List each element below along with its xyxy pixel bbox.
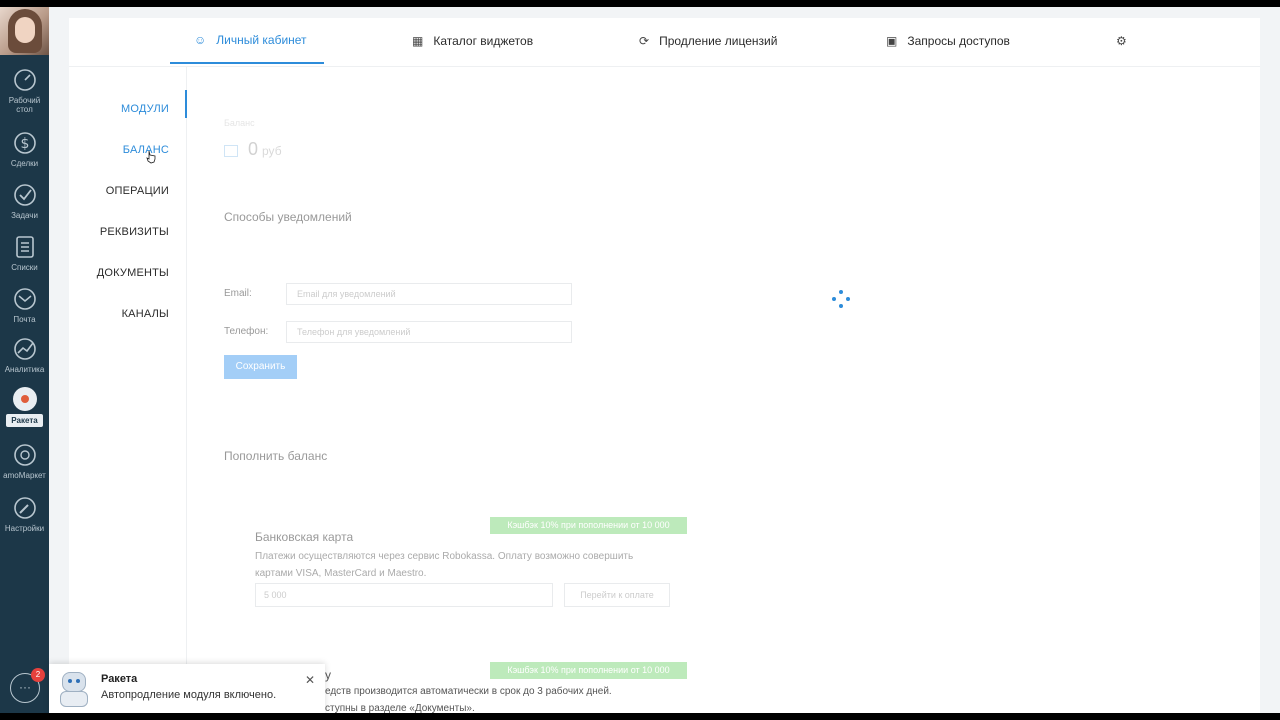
- refresh-icon: ⟳: [639, 34, 650, 48]
- phone-field[interactable]: Телефон для уведомлений: [286, 321, 572, 343]
- subnav-requisites[interactable]: РЕКВИЗИТЫ: [100, 226, 169, 238]
- gear-icon: ⚙: [1116, 34, 1127, 48]
- sidebar-item-label: amoМаркет: [3, 471, 46, 480]
- subnav-operations[interactable]: ОПЕРАЦИИ: [106, 185, 169, 197]
- subnav-channels[interactable]: КАНАЛЫ: [122, 308, 169, 320]
- market-icon: [13, 444, 36, 466]
- chat-badge: 2: [31, 668, 45, 682]
- toast-notification: Ракета Автопродление модуля включено. ✕: [49, 664, 325, 713]
- content-area: Баланс 0 руб Способы уведомлений Email: …: [187, 66, 1260, 713]
- balance-amount: 0 руб: [224, 139, 282, 160]
- sidebar-item-label: Настройки: [4, 524, 45, 533]
- tab-access-requests[interactable]: ▣ Запросы доступов: [886, 18, 1010, 64]
- pointer-cursor-icon: [146, 150, 156, 164]
- invoice-line-2: ступны в разделе «Документы».: [325, 703, 475, 713]
- sidebar-item-rocket[interactable]: Ракета: [0, 387, 49, 427]
- sidebar-item-settings[interactable]: Настройки: [0, 495, 49, 533]
- tab-widget-catalog[interactable]: ▦ Каталог виджетов: [412, 18, 533, 64]
- sidebar-item-deals[interactable]: $ Сделки: [0, 130, 49, 168]
- toast-message: Автопродление модуля включено.: [101, 689, 277, 701]
- grid-icon: ▦: [412, 34, 424, 48]
- card-promo-badge: Кэшбэк 10% при пополнении от 10 000: [490, 517, 687, 534]
- tab-personal-account[interactable]: ☺ Личный кабинет: [170, 18, 324, 64]
- analytics-icon: [13, 338, 36, 360]
- section-subnav: МОДУЛИ БАЛАНС ОПЕРАЦИИ РЕКВИЗИТЫ ДОКУМЕН…: [69, 66, 187, 713]
- sidebar-item-label: Аналитика: [4, 365, 45, 374]
- sidebar-item-label: Задачи: [11, 211, 38, 220]
- amount-input[interactable]: 5 000: [255, 583, 553, 607]
- chat-icon: ···: [19, 680, 31, 694]
- list-icon: [15, 236, 34, 258]
- check-icon: [13, 184, 36, 206]
- close-icon[interactable]: ✕: [305, 673, 315, 687]
- save-button[interactable]: Сохранить: [224, 355, 297, 379]
- topup-title: Пополнить баланс: [224, 449, 328, 463]
- loading-spinner: [832, 290, 850, 308]
- sidebar-item-mail[interactable]: Почта: [0, 286, 49, 324]
- phone-label: Телефон:: [224, 326, 269, 337]
- sidebar-item-dashboard[interactable]: Рабочий стол: [0, 67, 49, 114]
- wrench-icon: [13, 497, 36, 519]
- invoice-promo-badge: Кэшбэк 10% при пополнении от 10 000: [490, 662, 687, 679]
- sidebar-item-label: Сделки: [10, 159, 39, 168]
- sidebar-item-label: Почта: [13, 315, 36, 324]
- robot-icon: [58, 672, 88, 707]
- toast-title: Ракета: [101, 673, 138, 685]
- subnav-modules[interactable]: МОДУЛИ: [121, 103, 169, 115]
- dashboard-icon: [13, 69, 36, 91]
- balance-label: Баланс: [224, 118, 255, 128]
- sidebar-item-label: Списки: [11, 263, 38, 272]
- sidebar-item-label: Ракета: [6, 414, 43, 427]
- sidebar-item-market[interactable]: amoМаркет: [0, 442, 49, 480]
- main-card: ☺ Личный кабинет ▦ Каталог виджетов ⟳ Пр…: [69, 18, 1260, 713]
- mail-icon: [13, 288, 36, 310]
- chat-button[interactable]: ··· 2: [10, 668, 45, 703]
- sidebar-item-lists[interactable]: Списки: [0, 234, 49, 272]
- email-label: Email:: [224, 288, 252, 299]
- top-tabs: ☺ Личный кабинет ▦ Каталог виджетов ⟳ Пр…: [69, 18, 1260, 67]
- card-title: Банковская карта: [255, 530, 354, 544]
- avatar[interactable]: [0, 7, 49, 55]
- wallet-icon: [224, 145, 238, 157]
- card-description: Платежи осуществляются через сервис Robo…: [255, 551, 634, 579]
- rocket-icon: [12, 387, 37, 411]
- invoice-title-fragment: у: [325, 668, 331, 682]
- svg-text:$: $: [20, 136, 29, 152]
- sidebar-item-tasks[interactable]: Задачи: [0, 182, 49, 220]
- email-field[interactable]: Email для уведомлений: [286, 283, 572, 305]
- lock-icon: ▣: [886, 34, 898, 48]
- subnav-documents[interactable]: ДОКУМЕНТЫ: [97, 267, 169, 279]
- settings-gear-button[interactable]: ⚙: [1116, 18, 1137, 64]
- tab-license-renewal[interactable]: ⟳ Продление лицензий: [639, 18, 777, 64]
- sidebar-item-analytics[interactable]: Аналитика: [0, 336, 49, 374]
- app-screen: Рабочий стол $ Сделки Задачи Списки Почт…: [0, 7, 1280, 713]
- notifications-title: Способы уведомлений: [224, 210, 352, 224]
- dollar-icon: $: [13, 132, 36, 154]
- sidebar-item-label: Рабочий стол: [8, 96, 41, 114]
- pay-button[interactable]: Перейти к оплате: [564, 583, 670, 607]
- app-sidebar: Рабочий стол $ Сделки Задачи Списки Почт…: [0, 7, 49, 713]
- user-icon: ☺: [194, 33, 207, 47]
- invoice-line-1: едств производится автоматически в срок …: [325, 686, 612, 697]
